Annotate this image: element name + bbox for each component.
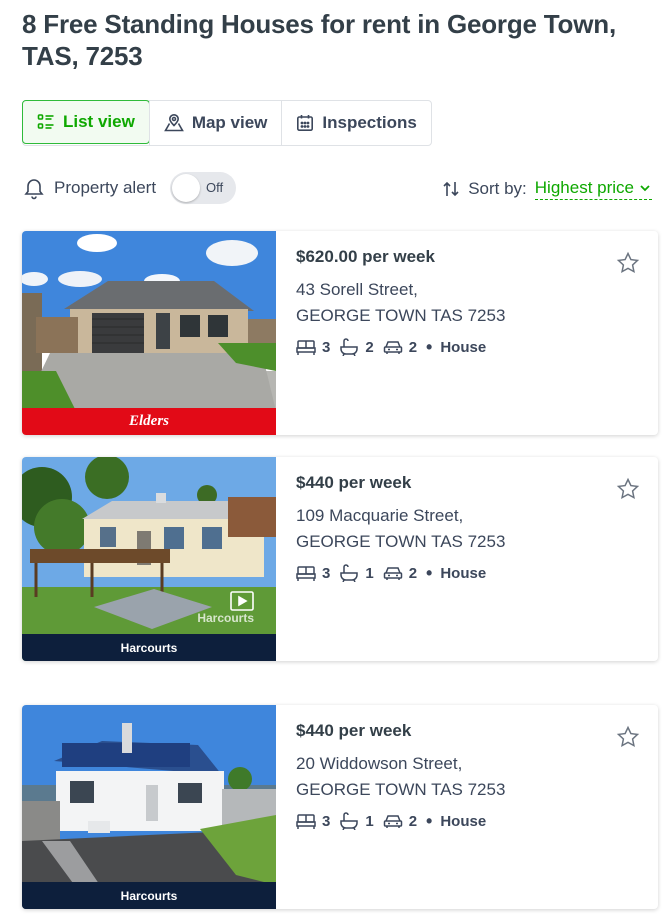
listing-price: $620.00 per week [296, 247, 435, 266]
tab-list-view-label: List view [63, 112, 135, 131]
listing-price: $440 per week [296, 721, 412, 740]
bedroom-count: 3 [322, 812, 331, 830]
tab-list-view[interactable]: List view [22, 100, 150, 144]
address-line-1: 109 Macquarie Street, [296, 506, 464, 525]
listing-address: 20 Widdowson Street, GEORGE TOWN TAS 725… [296, 751, 616, 803]
listing-photo[interactable]: Elders [22, 231, 276, 435]
chevron-down-icon [640, 185, 650, 192]
toggle-state: Off [206, 180, 224, 195]
bell-icon [24, 179, 44, 200]
bed-icon [296, 340, 316, 355]
listing-price: $440 per week [296, 473, 412, 492]
feature-parking: 2 [383, 338, 417, 356]
listing-address: 109 Macquarie Street, GEORGE TOWN TAS 72… [296, 503, 616, 555]
save-star-icon[interactable] [616, 477, 640, 501]
bedroom-count: 3 [322, 564, 331, 582]
bedroom-count: 3 [322, 338, 331, 356]
listing-features: 3 1 2 • House [296, 561, 616, 585]
map-pin-icon [163, 114, 184, 132]
tab-map-view[interactable]: Map view [148, 101, 282, 145]
car-icon [383, 815, 402, 828]
property-type: House [440, 812, 487, 830]
property-alert: Property alert Off [22, 172, 237, 204]
listing-photo[interactable]: Harcourts Harcourts [22, 457, 276, 661]
listing-details: $620.00 per week 43 Sorell Street, GEORG… [296, 245, 616, 359]
address-line-2: GEORGE TOWN TAS 7253 [296, 780, 506, 799]
car-icon [383, 567, 402, 580]
list-icon [37, 114, 54, 129]
listing-photo[interactable]: Harcourts [22, 705, 276, 909]
agency-logo: Harcourts [22, 882, 276, 909]
address-line-2: GEORGE TOWN TAS 7253 [296, 306, 506, 325]
bed-icon [296, 566, 316, 581]
feature-bathrooms: 2 [339, 338, 374, 356]
tab-map-view-label: Map view [191, 113, 268, 132]
agency-logo: Harcourts [22, 634, 276, 661]
bathroom-count: 1 [365, 812, 374, 830]
sort-label: Sort by: [468, 179, 527, 198]
feature-parking: 2 [383, 812, 417, 830]
feature-bathrooms: 1 [339, 564, 374, 582]
car-icon [383, 341, 402, 354]
feature-bedrooms: 3 [296, 812, 330, 830]
feature-parking: 2 [383, 564, 417, 582]
feature-bathrooms: 1 [339, 812, 374, 830]
bath-icon [340, 564, 359, 582]
listing-card[interactable]: Elders $620.00 per week 43 Sorell Street… [22, 231, 658, 435]
listing-details: $440 per week 20 Widdowson Street, GEORG… [296, 719, 616, 833]
bed-icon [296, 814, 316, 829]
bath-icon [340, 338, 359, 356]
agency-watermark: Harcourts [197, 611, 254, 625]
save-star-icon[interactable] [616, 251, 640, 275]
listing-address: 43 Sorell Street, GEORGE TOWN TAS 7253 [296, 277, 616, 329]
bathroom-count: 2 [365, 338, 374, 356]
agency-logo: Elders [22, 408, 276, 435]
address-line-2: GEORGE TOWN TAS 7253 [296, 532, 506, 551]
sort-control: Sort by: Highest price [442, 178, 652, 200]
property-type: House [440, 338, 487, 356]
listing-card[interactable]: Harcourts $440 per week 20 Widdowson Str… [22, 705, 658, 909]
view-tabs: List view Map view Inspections [22, 100, 432, 146]
tab-inspections[interactable]: Inspections [281, 101, 430, 145]
address-line-1: 20 Widdowson Street, [296, 754, 463, 773]
listing-details: $440 per week 109 Macquarie Street, GEOR… [296, 471, 616, 585]
parking-count: 2 [408, 338, 418, 356]
toggle-knob [172, 174, 201, 202]
sort-dropdown[interactable]: Highest price [534, 178, 652, 200]
bathroom-count: 1 [365, 564, 374, 582]
parking-count: 2 [408, 564, 418, 582]
listing-features: 3 2 2 • House [296, 335, 616, 359]
video-icon [230, 591, 254, 611]
calendar-icon [297, 115, 314, 131]
listing-features: 3 1 2 • House [296, 809, 616, 833]
tab-inspections-label: Inspections [322, 113, 417, 132]
sort-arrows-icon [443, 181, 459, 197]
bath-icon [340, 812, 359, 830]
feature-bedrooms: 3 [296, 338, 330, 356]
listing-card[interactable]: Harcourts Harcourts $440 per week 109 Ma… [22, 457, 658, 661]
address-line-1: 43 Sorell Street, [296, 280, 418, 299]
property-alert-label: Property alert [54, 178, 157, 197]
sort-value: Highest price [534, 178, 634, 197]
property-alert-toggle[interactable]: Off [170, 172, 237, 204]
property-type: House [440, 564, 487, 582]
page-title: 8 Free Standing Houses for rent in Georg… [22, 9, 616, 71]
parking-count: 2 [408, 812, 418, 830]
feature-bedrooms: 3 [296, 564, 330, 582]
save-star-icon[interactable] [616, 725, 640, 749]
